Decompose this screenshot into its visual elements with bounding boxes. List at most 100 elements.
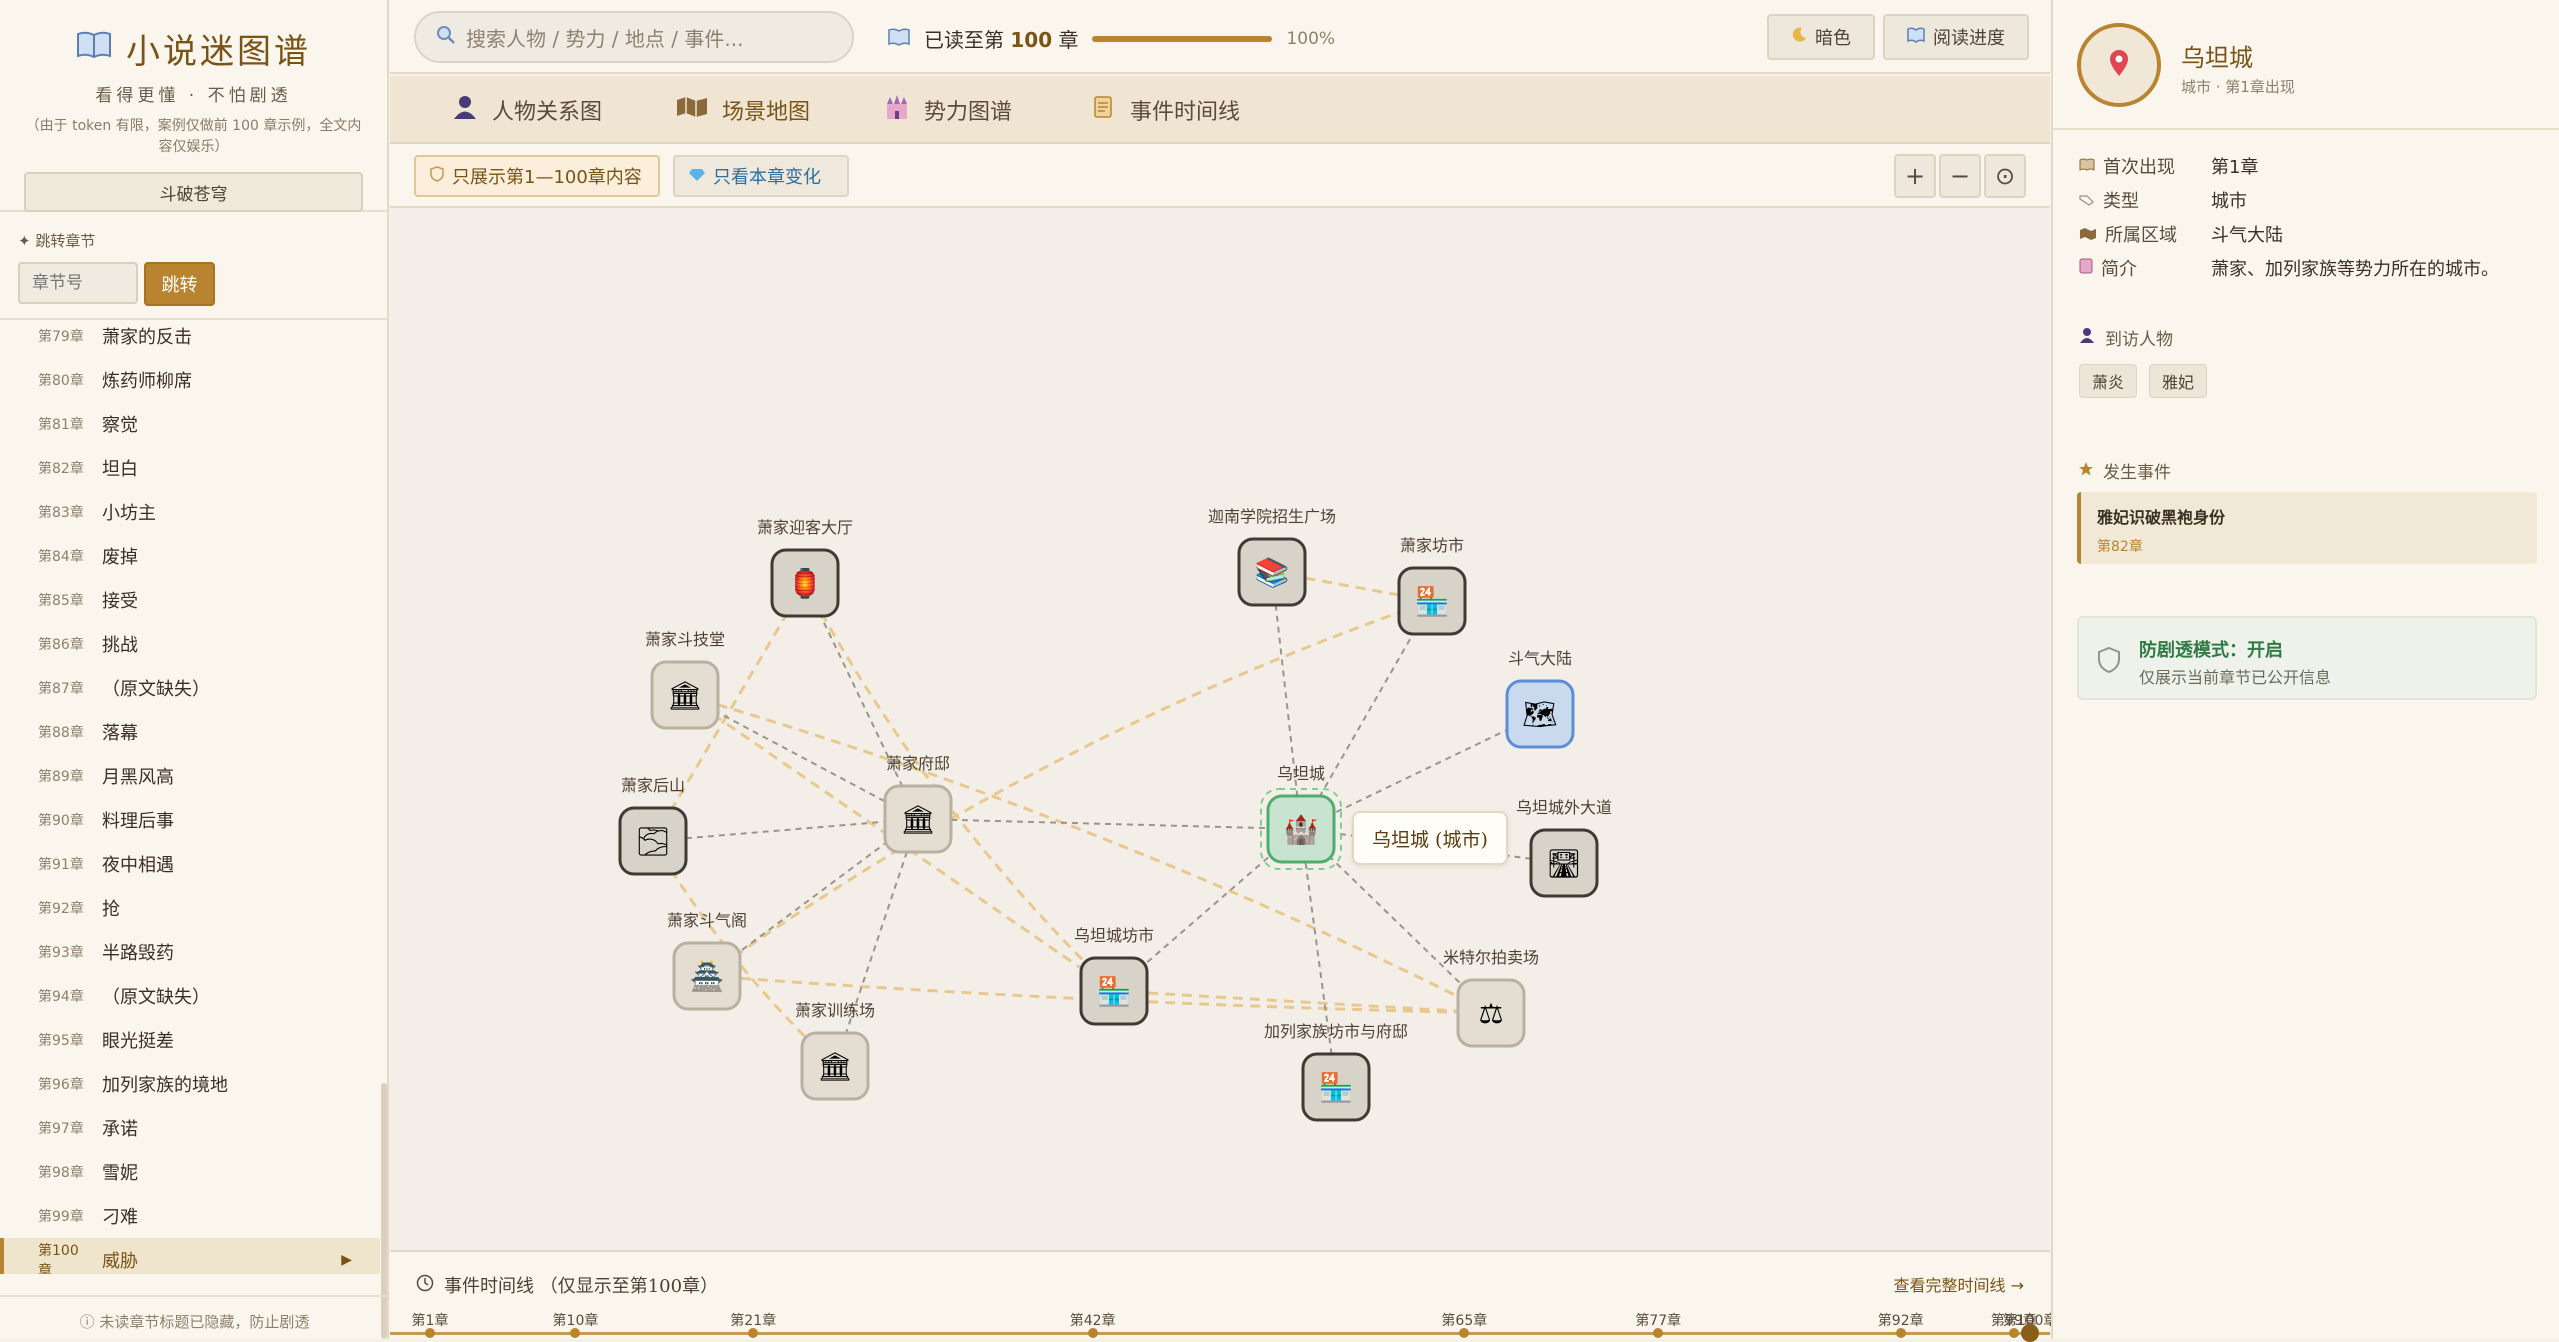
view-full-timeline-link[interactable]: 查看完整时间线 → <box>1894 1272 2025 1296</box>
book-select-button[interactable]: 斗破苍穹 <box>24 172 363 212</box>
timeline-current-marker[interactable] <box>2021 1324 2039 1342</box>
timeline-event-dot[interactable] <box>1087 1328 1098 1338</box>
map-node-fangshi[interactable]: 🏪 萧家坊市 <box>1397 536 1467 636</box>
chapter-list-item[interactable]: 第86章 挑战 <box>0 622 380 666</box>
chapter-list-item[interactable]: 第94章 （原文缺失） <box>0 974 380 1018</box>
chapter-list-item[interactable]: 第100章 威胁 ▶ <box>0 1238 380 1274</box>
map-node-label: 萧家迎客大厅 <box>757 518 853 537</box>
chapter-list-item[interactable]: 第96章 加列家族的境地 <box>0 1062 380 1106</box>
chapter-title: （原文缺失） <box>102 679 210 700</box>
map-node-waidao[interactable]: 🛣 乌坦城外大道 <box>1516 798 1612 898</box>
chapter-list-item[interactable]: 第93章 半路毁药 <box>0 930 380 974</box>
location-subtitle: 城市 · 第1章出现 <box>2181 78 2295 96</box>
map-node-xunlian[interactable]: 🏛 萧家训练场 <box>795 1001 875 1101</box>
chapter-list-item[interactable]: 第97章 承诺 <box>0 1106 380 1150</box>
tab-event-timeline[interactable]: 事件时间线 <box>1090 94 1240 126</box>
chapter-list-item[interactable]: 第90章 料理后事 <box>0 798 380 842</box>
visitor-chip[interactable]: 雅妃 <box>2149 364 2208 398</box>
timeline-tick-label: 第65章 <box>1441 1313 1488 1329</box>
chapter-number-input[interactable] <box>18 262 138 304</box>
detail-panel: 乌坦城 城市 · 第1章出现 首次出现 第1章 类型 城市 所属区域 斗气大陆 … <box>2051 0 2559 1339</box>
event-card[interactable]: 雅妃识破黑袍身份 第82章 <box>2077 492 2537 564</box>
chapter-title: 炼药师柳席 <box>102 371 192 392</box>
info-key: 类型 <box>2103 191 2139 212</box>
timeline-tick-label: 第42章 <box>1069 1313 1116 1329</box>
map-node-label: 萧家后山 <box>621 776 685 795</box>
map-node-label: 萧家斗气阁 <box>667 911 747 930</box>
map-node-icon: 🏛 <box>667 679 703 712</box>
chapter-list-item[interactable]: 第84章 废掉 <box>0 534 380 578</box>
chapter-title: 刁难 <box>102 1207 138 1228</box>
map-node-icon: 🏰 <box>1284 813 1319 846</box>
chapter-title: 威胁 <box>102 1251 138 1272</box>
map-node-wtfangshi[interactable]: 🏪 乌坦城坊市 <box>1074 926 1154 1026</box>
timeline-event-dot[interactable] <box>1653 1328 1664 1338</box>
reading-progress-button[interactable]: 阅读进度 <box>1883 14 2029 60</box>
map-node-douqi[interactable]: 🏯 萧家斗气阁 <box>667 911 747 1011</box>
visitor-chip[interactable]: 萧炎 <box>2079 364 2138 398</box>
jump-button[interactable]: 跳转 <box>144 262 215 306</box>
app-title: 小说迷图谱 <box>0 24 387 73</box>
chapter-list-item[interactable]: 第79章 萧家的反击 <box>0 314 380 358</box>
info-summary: 简介 萧家、加列家族等势力所在的城市。 <box>2079 255 2499 281</box>
map-node-dalu[interactable]: 🗺 斗气大陆 <box>1505 649 1575 749</box>
map-node-houshan[interactable]: 🌫 萧家后山 <box>618 776 688 876</box>
chapter-list-item[interactable]: 第89章 月黑风高 <box>0 754 380 798</box>
map-node-label: 萧家府邸 <box>886 754 950 773</box>
zoom-reset-button[interactable]: ⊙ <box>1984 154 2026 198</box>
brand-note: （由于 token 有限，案例仅做前 100 章示例，全文内容仅娱乐） <box>25 118 362 155</box>
map-node-label: 乌坦城坊市 <box>1074 926 1154 945</box>
timeline-event-dot[interactable] <box>1895 1328 1906 1338</box>
chapter-range-filter[interactable]: 只展示第1—100章内容 <box>414 155 660 197</box>
map-node-paimai[interactable]: ⚖ 米特尔拍卖场 <box>1443 948 1539 1048</box>
search-input[interactable]: 搜索人物 / 势力 / 地点 / 事件... <box>414 11 854 63</box>
relation-edge <box>917 818 1302 830</box>
chapter-list-item[interactable]: 第80章 炼药师柳席 <box>0 358 380 402</box>
map-node-jialie[interactable]: 🏪 加列家族坊市与府邸 <box>1264 1022 1408 1122</box>
timeline-event-dot[interactable] <box>425 1328 435 1338</box>
timeline-event-dot[interactable] <box>1459 1328 1470 1338</box>
chapter-list-item[interactable]: 第98章 雪妮 <box>0 1150 380 1194</box>
chapter-list-item[interactable]: 第87章 （原文缺失） <box>0 666 380 710</box>
chapter-list-item[interactable]: 第82章 坦白 <box>0 446 380 490</box>
map-node-dou[interactable]: 🏛 萧家斗技堂 <box>645 630 725 730</box>
chapter-list-item[interactable]: 第85章 接受 <box>0 578 380 622</box>
tab-character-graph[interactable]: 人物关系图 <box>452 94 602 126</box>
tab-scene-map[interactable]: 场景地图 <box>676 94 810 126</box>
chapter-list-item[interactable]: 第88章 落幕 <box>0 710 380 754</box>
map-node-wutan[interactable]: 🏰 乌坦城 <box>1260 764 1342 870</box>
chapter-title: 废掉 <box>102 547 138 568</box>
chapter-list-item[interactable]: 第81章 察觉 <box>0 402 380 446</box>
relation-edge <box>834 818 919 1067</box>
moon-icon <box>1791 27 1807 48</box>
tab-faction-graph[interactable]: 势力图谱 <box>884 94 1012 126</box>
chapter-number: 第98章 <box>38 1165 84 1181</box>
dark-mode-button[interactable]: 暗色 <box>1767 14 1875 60</box>
map-node-icon: 🗺 <box>1522 698 1558 731</box>
map-node-fudi[interactable]: 🏛 萧家府邸 <box>883 754 953 854</box>
chapter-changes-filter[interactable]: 只看本章变化 <box>673 155 849 197</box>
top-bar: 搜索人物 / 势力 / 地点 / 事件... 已读至第 100 章 100% 暗… <box>390 0 2050 74</box>
zoom-out-button[interactable]: − <box>1939 154 1981 198</box>
scene-map-canvas[interactable]: 🏮 萧家迎客大厅 🏛 萧家斗技堂 🌫 萧家后山 🏛 萧家府邸 🏯 萧家斗气阁 🏛 萧家训练场 📚 迦南学院… <box>390 208 2050 1250</box>
chapter-list-item[interactable]: 第95章 眼光挺差 <box>0 1018 380 1062</box>
chapter-list-item[interactable]: 第91章 夜中相遇 <box>0 842 380 886</box>
scene-map-graph[interactable]: 🏮 萧家迎客大厅 🏛 萧家斗技堂 🌫 萧家后山 🏛 萧家府邸 🏯 萧家斗气阁 🏛 萧家训练场 📚 迦南学院… <box>390 208 2050 1250</box>
chapter-number: 第93章 <box>38 945 84 961</box>
tag-icon <box>2079 190 2095 211</box>
chapter-list-item[interactable]: 第99章 刁难 <box>0 1194 380 1238</box>
chapter-changes-label: 只看本章变化 <box>713 167 821 188</box>
map-node-jianan[interactable]: 📚 迦南学院招生广场 <box>1208 507 1336 607</box>
map-node-icon: 🏛 <box>817 1050 853 1083</box>
timeline-event-dot[interactable] <box>748 1328 759 1338</box>
chapter-list-item[interactable]: 第83章 小坊主 <box>0 490 380 534</box>
search-icon <box>436 25 456 50</box>
chapter-number: 第89章 <box>38 769 84 785</box>
zoom-in-button[interactable]: + <box>1894 154 1936 198</box>
info-first-appearance: 首次出现 第1章 <box>2079 153 2258 179</box>
chapter-number: 第86章 <box>38 637 84 653</box>
timeline-event-dot[interactable] <box>570 1328 581 1338</box>
clock-icon <box>416 1274 434 1297</box>
chapter-list-item[interactable]: 第92章 抢 <box>0 886 380 930</box>
map-node-yingke[interactable]: 🏮 萧家迎客大厅 <box>757 518 853 618</box>
